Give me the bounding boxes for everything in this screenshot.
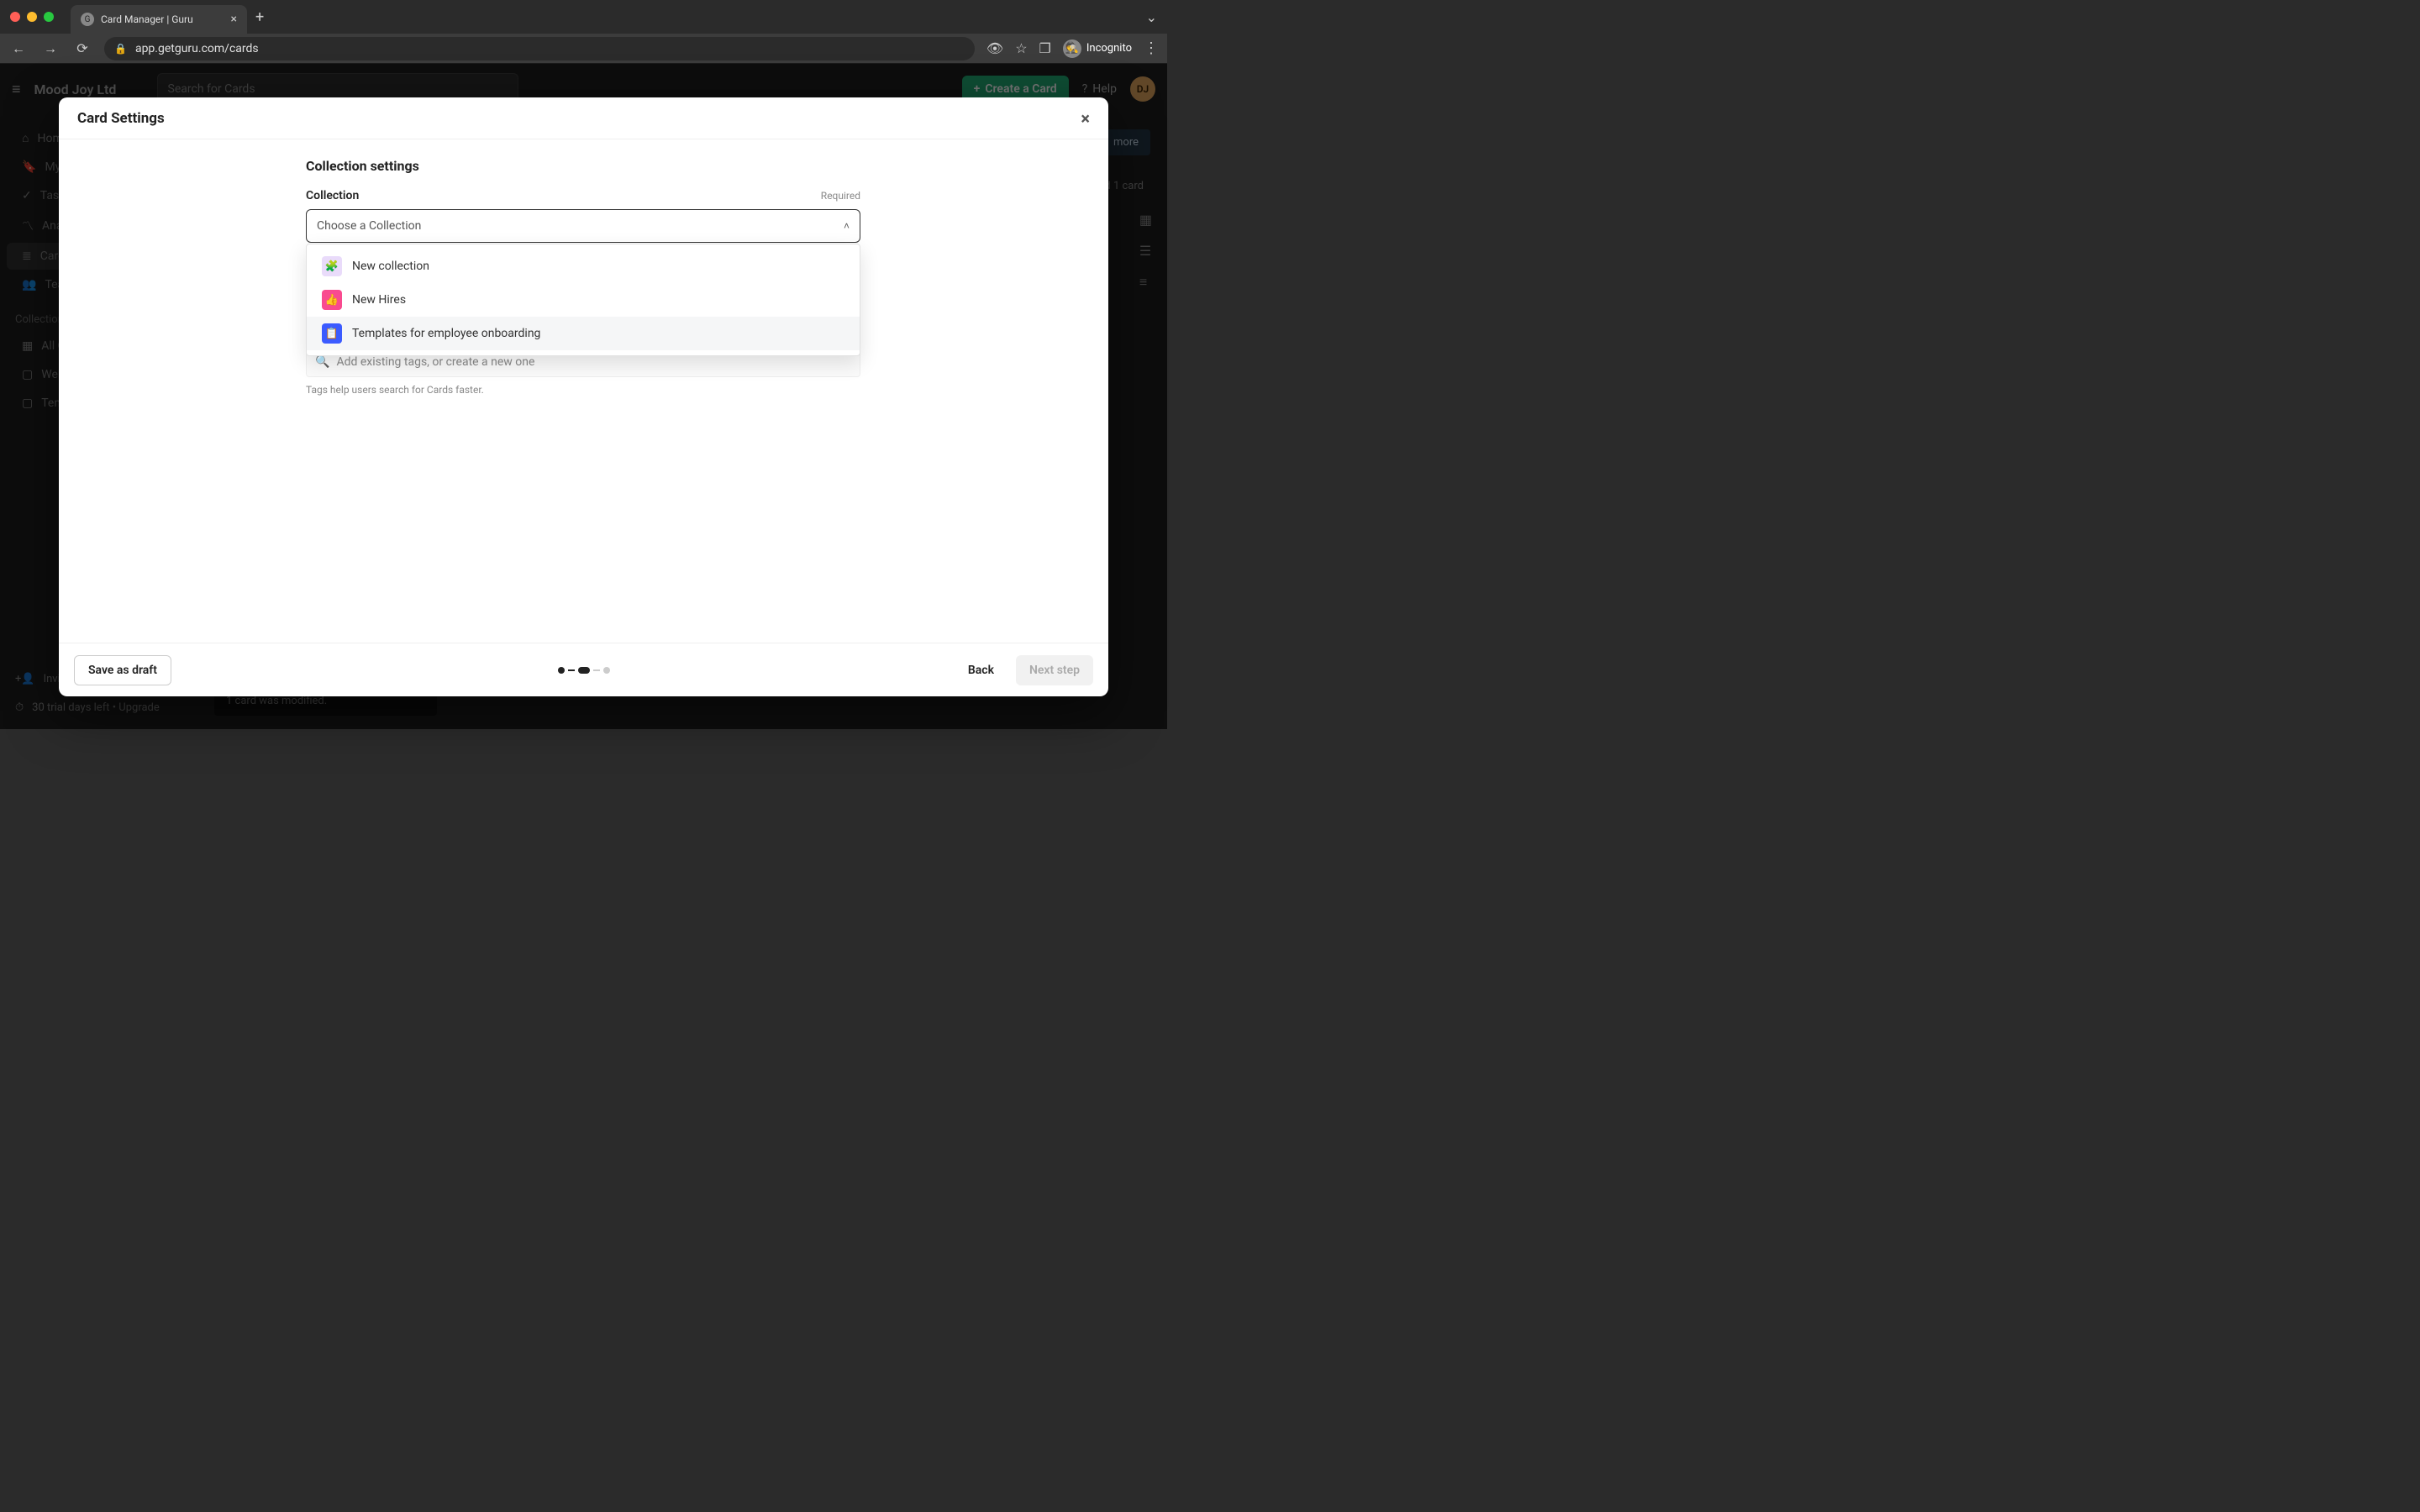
tab-title: Card Manager | Guru <box>101 13 224 25</box>
required-indicator: Required <box>821 190 860 202</box>
chevron-down-icon[interactable]: ⌄ <box>1146 9 1157 25</box>
option-label: New collection <box>352 260 429 273</box>
tags-placeholder: Add existing tags, or create a new one <box>336 355 534 369</box>
option-label: Templates for employee onboarding <box>352 327 540 340</box>
save-draft-label: Save as draft <box>88 664 157 677</box>
reload-button[interactable]: ⟳ <box>72 40 92 56</box>
chevron-up-icon: ˄ <box>844 220 850 232</box>
eye-off-icon[interactable]: 👁 <box>986 40 1003 56</box>
back-label: Back <box>968 664 994 677</box>
card-settings-modal: Card Settings × Collection settings Coll… <box>59 97 1108 696</box>
select-placeholder: Choose a Collection <box>317 219 421 233</box>
collection-dropdown: 🧩 New collection 👍 New Hires 📋 Templates… <box>306 244 860 356</box>
page-url: app.getguru.com/cards <box>135 42 259 55</box>
collection-option-new-hires[interactable]: 👍 New Hires <box>307 283 860 317</box>
browser-tab[interactable]: G Card Manager | Guru × <box>71 5 247 34</box>
new-tab-button[interactable]: + <box>255 8 264 26</box>
back-button[interactable]: ← <box>8 40 29 57</box>
collection-option-new-collection[interactable]: 🧩 New collection <box>307 249 860 283</box>
kebab-menu-icon[interactable]: ⋮ <box>1144 39 1159 57</box>
collection-icon: 🧩 <box>322 256 342 276</box>
browser-titlebar: G Card Manager | Guru × + ⌄ <box>0 0 1167 34</box>
modal-body: Collection settings Collection Required … <box>59 139 1108 643</box>
section-title: Collection settings <box>306 158 860 174</box>
collection-icon: 👍 <box>322 290 342 310</box>
modal-title: Card Settings <box>77 110 165 127</box>
collection-field-label: Collection <box>306 189 359 202</box>
step-indicator <box>558 667 610 674</box>
back-button[interactable]: Back <box>955 655 1007 685</box>
window-controls <box>10 12 54 22</box>
next-step-button[interactable]: Next step <box>1016 655 1093 685</box>
window-close[interactable] <box>10 12 20 22</box>
close-icon[interactable]: × <box>231 13 237 26</box>
collection-icon: 📋 <box>322 323 342 344</box>
search-icon: 🔍 <box>315 355 329 369</box>
step-connector <box>568 669 575 671</box>
star-icon[interactable]: ☆ <box>1015 40 1027 56</box>
lock-icon: 🔒 <box>114 43 127 55</box>
step-connector <box>593 669 600 671</box>
step-1-dot <box>558 667 565 674</box>
modal-header: Card Settings × <box>59 97 1108 139</box>
incognito-icon: 🕵 <box>1063 39 1081 58</box>
tags-hint: Tags help users search for Cards faster. <box>306 384 860 396</box>
step-2-dot <box>578 667 590 674</box>
collection-option-templates-onboarding[interactable]: 📋 Templates for employee onboarding <box>307 317 860 350</box>
browser-toolbar: ← → ⟳ 🔒 app.getguru.com/cards 👁 ☆ ❐ 🕵 In… <box>0 34 1167 64</box>
close-icon[interactable]: × <box>1081 108 1090 129</box>
save-draft-button[interactable]: Save as draft <box>74 655 171 685</box>
puzzle-icon[interactable]: ❐ <box>1039 40 1051 56</box>
collection-select[interactable]: Choose a Collection ˄ 🧩 New collection 👍… <box>306 209 860 243</box>
next-step-label: Next step <box>1029 664 1080 677</box>
step-3-dot <box>603 667 610 674</box>
incognito-indicator[interactable]: 🕵 Incognito <box>1063 39 1132 58</box>
option-label: New Hires <box>352 293 406 307</box>
modal-footer: Save as draft Back Next step <box>59 643 1108 696</box>
window-maximize[interactable] <box>44 12 54 22</box>
window-minimize[interactable] <box>27 12 37 22</box>
forward-button[interactable]: → <box>40 40 60 57</box>
favicon: G <box>81 13 94 26</box>
incognito-label: Incognito <box>1086 42 1132 55</box>
address-bar[interactable]: 🔒 app.getguru.com/cards <box>104 37 975 60</box>
